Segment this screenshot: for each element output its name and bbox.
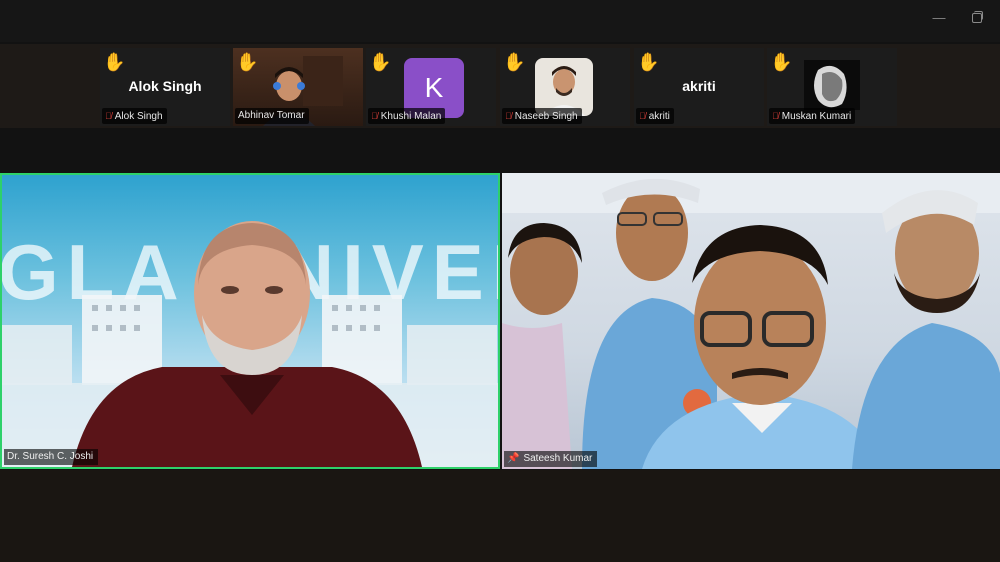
participant-tile-muskan-kumari[interactable]: ✋ 🎙̸ Muskan Kumari xyxy=(767,48,897,126)
participant-name-label: 🎙̸ Khushi Malan xyxy=(368,108,446,124)
participant-name-label: 🎙̸ Muskan Kumari xyxy=(769,108,856,124)
raised-hand-icon: ✋ xyxy=(103,52,126,72)
participant-tile-alok-singh[interactable]: ✋ Alok Singh 🎙̸ Alok Singh xyxy=(100,48,230,126)
participant-name-label: Abhinav Tomar xyxy=(235,108,309,124)
restore-icon[interactable] xyxy=(968,9,986,27)
participant-tile-khushi-malan[interactable]: ✋ K 🎙̸ Khushi Malan xyxy=(366,48,496,126)
title-bar: — xyxy=(0,0,1000,42)
participant-video-pinned[interactable]: 📌 Sateesh Kumar xyxy=(502,173,1000,469)
raised-hand-icon: ✋ xyxy=(236,52,259,72)
pin-icon: 📌 xyxy=(507,453,520,464)
participant-name-label: 🎙̸ akriti xyxy=(636,108,674,124)
minimize-icon[interactable]: — xyxy=(930,9,948,27)
participant-name-label: Dr. Suresh C. Joshi xyxy=(4,449,99,465)
participant-display-name: Alok Singh xyxy=(128,78,202,94)
active-speaker-video[interactable]: GLA UNIVERSITY Dr. Suresh C. Joshi xyxy=(0,173,500,469)
raised-hand-icon: ✋ xyxy=(770,52,793,72)
video-scene xyxy=(2,221,498,467)
muted-mic-icon: 🎙̸ xyxy=(639,111,646,121)
participant-name-label: 📌 Sateesh Kumar xyxy=(504,451,598,467)
bottom-area xyxy=(0,470,1000,562)
video-scene xyxy=(502,173,1000,469)
participant-name-label: 🎙̸ Alok Singh xyxy=(102,108,167,124)
participant-tile-naseeb-singh[interactable]: ✋ 🎙̸ Naseeb Singh xyxy=(500,48,630,126)
participant-name-label: 🎙̸ Naseeb Singh xyxy=(502,108,582,124)
participant-tile-abhinav-tomar[interactable]: ✋ Abhinav Tomar xyxy=(233,48,363,126)
profile-photo xyxy=(804,60,860,110)
muted-mic-icon: 🎙̸ xyxy=(772,111,779,121)
muted-mic-icon: 🎙̸ xyxy=(105,111,112,121)
raised-hand-icon: ✋ xyxy=(503,52,526,72)
muted-mic-icon: 🎙̸ xyxy=(505,111,512,121)
participant-tile-akriti[interactable]: ✋ akriti 🎙̸ akriti xyxy=(634,48,764,126)
muted-mic-icon: 🎙̸ xyxy=(371,111,378,121)
raised-hand-icon: ✋ xyxy=(369,52,392,72)
raised-hand-icon: ✋ xyxy=(637,52,660,72)
participant-display-name: akriti xyxy=(682,78,716,94)
